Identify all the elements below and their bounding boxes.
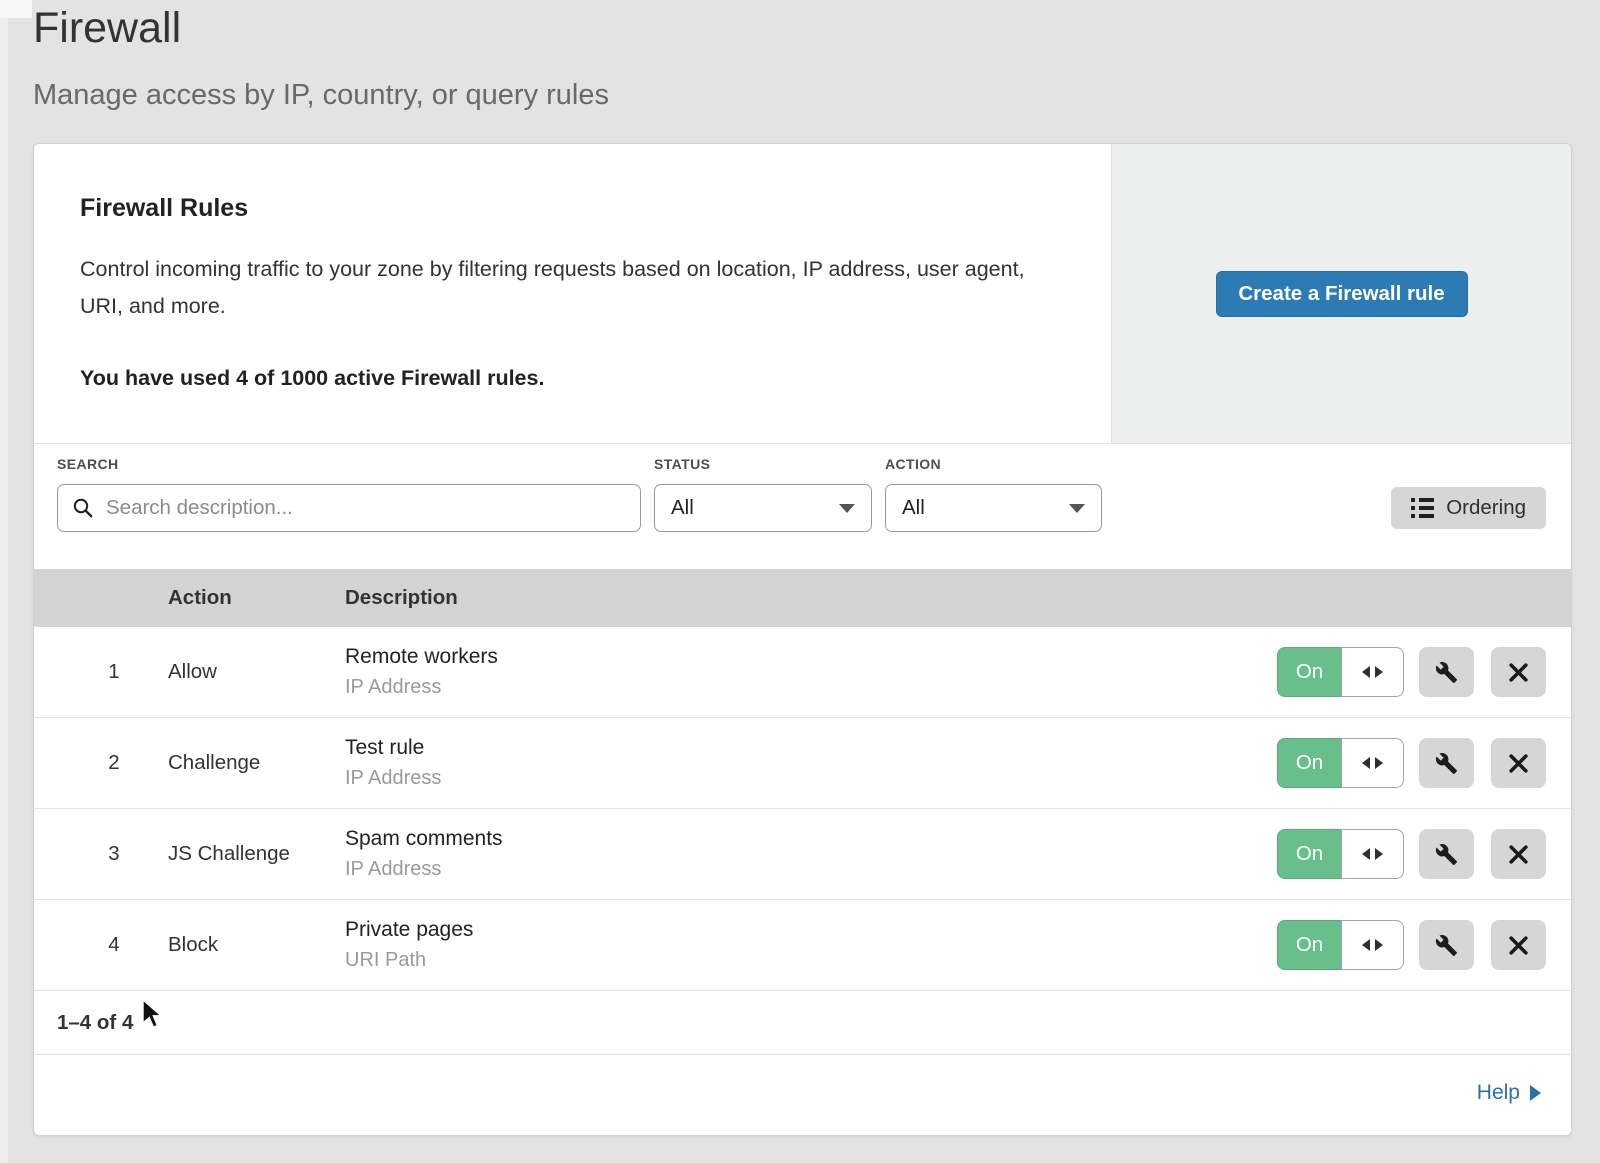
- page-title: Firewall: [33, 4, 181, 53]
- rule-match-type: URI Path: [345, 949, 473, 972]
- rule-description: Spam comments: [345, 827, 503, 851]
- delete-rule-button[interactable]: [1491, 647, 1546, 697]
- rule-controls: On: [1277, 738, 1546, 788]
- pagination-bar: 1–4 of 4: [34, 991, 1571, 1055]
- ordered-list-icon: [1411, 498, 1434, 518]
- caret-down-icon: [1069, 504, 1085, 513]
- card-footer: Help: [34, 1055, 1571, 1131]
- help-link[interactable]: Help: [1477, 1081, 1541, 1105]
- table-header: Action Description: [34, 569, 1571, 627]
- wrench-icon: [1435, 934, 1458, 957]
- firewall-page: Firewall Manage access by IP, country, o…: [0, 0, 1600, 1163]
- rule-action: Allow: [168, 660, 217, 684]
- rule-enabled-toggle[interactable]: On: [1277, 738, 1404, 788]
- left-right-arrows-icon[interactable]: [1341, 920, 1404, 970]
- pagination-range: 1–4 of 4: [57, 1011, 133, 1035]
- rules-description: Control incoming traffic to your zone by…: [80, 251, 1030, 324]
- rule-action: JS Challenge: [168, 842, 290, 866]
- rule-action: Block: [168, 933, 218, 957]
- rule-enabled-toggle[interactable]: On: [1277, 829, 1404, 879]
- ordering-button[interactable]: Ordering: [1391, 487, 1546, 529]
- search-box[interactable]: [57, 484, 641, 532]
- table-row: 1 Allow Remote workers IP Address On: [34, 627, 1571, 718]
- rule-priority: 3: [94, 842, 134, 866]
- rules-usage-text: You have used 4 of 1000 active Firewall …: [80, 366, 1065, 391]
- rule-description: Remote workers: [345, 645, 498, 669]
- x-icon: [1508, 844, 1529, 865]
- rule-description-cell: Private pages URI Path: [345, 918, 473, 972]
- rule-priority: 2: [94, 751, 134, 775]
- delete-rule-button[interactable]: [1491, 920, 1546, 970]
- rule-match-type: IP Address: [345, 676, 498, 699]
- wrench-icon: [1435, 843, 1458, 866]
- rule-description-cell: Remote workers IP Address: [345, 645, 498, 699]
- status-label: STATUS: [654, 456, 710, 472]
- edit-rule-button[interactable]: [1419, 920, 1474, 970]
- caret-down-icon: [839, 504, 855, 513]
- ordering-button-label: Ordering: [1446, 496, 1526, 520]
- rule-match-type: IP Address: [345, 858, 503, 881]
- rule-description-cell: Spam comments IP Address: [345, 827, 503, 881]
- rule-enabled-toggle[interactable]: On: [1277, 920, 1404, 970]
- left-right-arrows-icon[interactable]: [1341, 738, 1404, 788]
- firewall-rules-card: Firewall Rules Control incoming traffic …: [33, 143, 1572, 1136]
- rules-heading: Firewall Rules: [80, 194, 1065, 223]
- column-header-action: Action: [168, 586, 232, 610]
- rule-description: Private pages: [345, 918, 473, 942]
- rule-controls: On: [1277, 920, 1546, 970]
- rule-action: Challenge: [168, 751, 260, 775]
- table-row: 4 Block Private pages URI Path On: [34, 900, 1571, 991]
- toggle-on-state[interactable]: On: [1277, 738, 1341, 788]
- search-label: SEARCH: [57, 456, 119, 472]
- rule-description: Test rule: [345, 736, 441, 760]
- rule-priority: 1: [94, 660, 134, 684]
- rule-controls: On: [1277, 829, 1546, 879]
- create-rule-panel: Create a Firewall rule: [1111, 144, 1571, 443]
- window-corner-artifact: [0, 0, 32, 18]
- window-edge-strip: [0, 0, 8, 1163]
- delete-rule-button[interactable]: [1491, 829, 1546, 879]
- x-icon: [1508, 662, 1529, 683]
- x-icon: [1508, 753, 1529, 774]
- rules-overview-section: Firewall Rules Control incoming traffic …: [34, 144, 1571, 444]
- search-icon: [72, 497, 94, 519]
- rules-overview-text: Firewall Rules Control incoming traffic …: [34, 144, 1111, 443]
- page-subtitle: Manage access by IP, country, or query r…: [33, 79, 609, 112]
- toggle-on-state[interactable]: On: [1277, 829, 1341, 879]
- rule-priority: 4: [94, 933, 134, 957]
- x-icon: [1508, 935, 1529, 956]
- delete-rule-button[interactable]: [1491, 738, 1546, 788]
- rule-enabled-toggle[interactable]: On: [1277, 647, 1404, 697]
- filter-bar: SEARCH STATUS ACTION All All: [34, 444, 1571, 569]
- create-firewall-rule-button[interactable]: Create a Firewall rule: [1216, 271, 1468, 317]
- left-right-arrows-icon[interactable]: [1341, 647, 1404, 697]
- table-row: 2 Challenge Test rule IP Address On: [34, 718, 1571, 809]
- table-row: 3 JS Challenge Spam comments IP Address …: [34, 809, 1571, 900]
- status-select[interactable]: All: [654, 484, 872, 532]
- edit-rule-button[interactable]: [1419, 829, 1474, 879]
- toggle-on-state[interactable]: On: [1277, 920, 1341, 970]
- edit-rule-button[interactable]: [1419, 647, 1474, 697]
- status-select-value: All: [671, 496, 694, 520]
- edit-rule-button[interactable]: [1419, 738, 1474, 788]
- action-select-value: All: [902, 496, 925, 520]
- right-triangle-icon: [1530, 1085, 1541, 1101]
- search-input[interactable]: [104, 495, 626, 521]
- wrench-icon: [1435, 752, 1458, 775]
- action-label: ACTION: [885, 456, 941, 472]
- rule-match-type: IP Address: [345, 767, 441, 790]
- column-header-description: Description: [345, 586, 458, 610]
- rule-controls: On: [1277, 647, 1546, 697]
- rule-description-cell: Test rule IP Address: [345, 736, 441, 790]
- toggle-on-state[interactable]: On: [1277, 647, 1341, 697]
- left-right-arrows-icon[interactable]: [1341, 829, 1404, 879]
- action-select[interactable]: All: [885, 484, 1102, 532]
- wrench-icon: [1435, 661, 1458, 684]
- help-link-label: Help: [1477, 1081, 1520, 1105]
